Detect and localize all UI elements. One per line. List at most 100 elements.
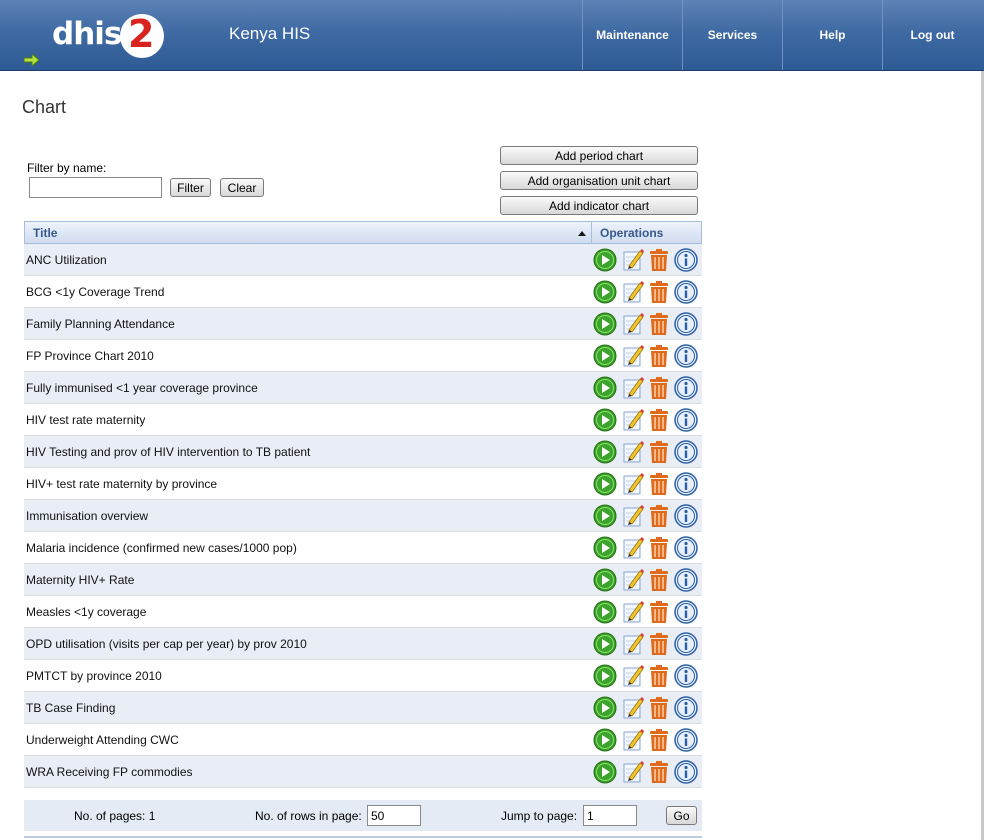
- edit-chart-icon[interactable]: [621, 600, 645, 624]
- chart-title: BCG <1y Coverage Trend: [26, 285, 165, 299]
- edit-chart-icon[interactable]: [621, 280, 645, 304]
- edit-chart-icon[interactable]: [621, 504, 645, 528]
- info-icon[interactable]: [674, 664, 698, 688]
- filter-button[interactable]: Filter: [170, 178, 211, 197]
- delete-chart-icon[interactable]: [647, 728, 671, 752]
- filter-label: Filter by name:: [27, 161, 107, 175]
- info-icon[interactable]: [674, 536, 698, 560]
- delete-chart-icon[interactable]: [647, 632, 671, 656]
- page-title: Chart: [22, 97, 67, 117]
- info-icon[interactable]: [674, 728, 698, 752]
- table-row: TB Case Finding: [24, 692, 702, 724]
- table-row: OPD utilisation (visits per cap per year…: [24, 628, 702, 660]
- dhis2-logo[interactable]: dhis 2: [52, 12, 164, 58]
- go-button[interactable]: Go: [666, 806, 697, 825]
- nav-logout[interactable]: Log out: [882, 0, 982, 70]
- info-icon[interactable]: [674, 568, 698, 592]
- menu-arrow-icon[interactable]: [24, 54, 40, 66]
- edit-chart-icon[interactable]: [621, 472, 645, 496]
- delete-chart-icon[interactable]: [647, 344, 671, 368]
- table-row: WRA Receiving FP commodies: [24, 756, 702, 788]
- table-row: HIV Testing and prov of HIV intervention…: [24, 436, 702, 468]
- delete-chart-icon[interactable]: [647, 248, 671, 272]
- add-indicator-chart-button[interactable]: Add indicator chart: [500, 196, 698, 215]
- run-chart-icon[interactable]: [593, 728, 617, 752]
- info-icon[interactable]: [674, 472, 698, 496]
- chart-title: Immunisation overview: [26, 509, 149, 523]
- column-header-operations: Operations: [591, 222, 701, 243]
- edit-chart-icon[interactable]: [621, 248, 645, 272]
- table-row: HIV+ test rate maternity by province: [24, 468, 702, 500]
- nav-maintenance[interactable]: Maintenance: [582, 0, 682, 70]
- chart-title: Maternity HIV+ Rate: [26, 573, 135, 587]
- delete-chart-icon[interactable]: [647, 280, 671, 304]
- info-icon[interactable]: [674, 344, 698, 368]
- delete-chart-icon[interactable]: [647, 312, 671, 336]
- delete-chart-icon[interactable]: [647, 472, 671, 496]
- edit-chart-icon[interactable]: [621, 568, 645, 592]
- run-chart-icon[interactable]: [593, 632, 617, 656]
- clear-button[interactable]: Clear: [220, 178, 264, 197]
- run-chart-icon[interactable]: [593, 408, 617, 432]
- delete-chart-icon[interactable]: [647, 440, 671, 464]
- rows-per-page-input[interactable]: [367, 805, 421, 826]
- edit-chart-icon[interactable]: [621, 344, 645, 368]
- sort-ascending-icon[interactable]: [578, 231, 586, 236]
- run-chart-icon[interactable]: [593, 600, 617, 624]
- chart-title: HIV+ test rate maternity by province: [26, 477, 218, 491]
- nav-services[interactable]: Services: [682, 0, 782, 70]
- run-chart-icon[interactable]: [593, 280, 617, 304]
- edit-chart-icon[interactable]: [621, 312, 645, 336]
- chart-title: HIV test rate maternity: [26, 413, 146, 427]
- chart-title: TB Case Finding: [26, 701, 116, 715]
- delete-chart-icon[interactable]: [647, 600, 671, 624]
- info-icon[interactable]: [674, 248, 698, 272]
- jump-to-page-input[interactable]: [583, 805, 637, 826]
- info-icon[interactable]: [674, 696, 698, 720]
- delete-chart-icon[interactable]: [647, 376, 671, 400]
- column-header-title[interactable]: Title: [33, 226, 57, 240]
- delete-chart-icon[interactable]: [647, 696, 671, 720]
- run-chart-icon[interactable]: [593, 536, 617, 560]
- edit-chart-icon[interactable]: [621, 664, 645, 688]
- table-row: Underweight Attending CWC: [24, 724, 702, 756]
- edit-chart-icon[interactable]: [621, 760, 645, 784]
- delete-chart-icon[interactable]: [647, 568, 671, 592]
- delete-chart-icon[interactable]: [647, 536, 671, 560]
- edit-chart-icon[interactable]: [621, 728, 645, 752]
- delete-chart-icon[interactable]: [647, 760, 671, 784]
- delete-chart-icon[interactable]: [647, 408, 671, 432]
- info-icon[interactable]: [674, 600, 698, 624]
- info-icon[interactable]: [674, 632, 698, 656]
- edit-chart-icon[interactable]: [621, 536, 645, 560]
- info-icon[interactable]: [674, 760, 698, 784]
- edit-chart-icon[interactable]: [621, 408, 645, 432]
- run-chart-icon[interactable]: [593, 472, 617, 496]
- add-period-chart-button[interactable]: Add period chart: [500, 146, 698, 165]
- edit-chart-icon[interactable]: [621, 376, 645, 400]
- nav-help[interactable]: Help: [782, 0, 882, 70]
- info-icon[interactable]: [674, 280, 698, 304]
- run-chart-icon[interactable]: [593, 568, 617, 592]
- info-icon[interactable]: [674, 408, 698, 432]
- info-icon[interactable]: [674, 376, 698, 400]
- run-chart-icon[interactable]: [593, 312, 617, 336]
- info-icon[interactable]: [674, 440, 698, 464]
- filter-input[interactable]: [29, 177, 162, 198]
- run-chart-icon[interactable]: [593, 440, 617, 464]
- edit-chart-icon[interactable]: [621, 440, 645, 464]
- run-chart-icon[interactable]: [593, 504, 617, 528]
- run-chart-icon[interactable]: [593, 664, 617, 688]
- edit-chart-icon[interactable]: [621, 696, 645, 720]
- info-icon[interactable]: [674, 504, 698, 528]
- add-organisation-unit-chart-button[interactable]: Add organisation unit chart: [500, 171, 698, 190]
- run-chart-icon[interactable]: [593, 376, 617, 400]
- info-icon[interactable]: [674, 312, 698, 336]
- edit-chart-icon[interactable]: [621, 632, 645, 656]
- delete-chart-icon[interactable]: [647, 664, 671, 688]
- run-chart-icon[interactable]: [593, 696, 617, 720]
- run-chart-icon[interactable]: [593, 760, 617, 784]
- run-chart-icon[interactable]: [593, 344, 617, 368]
- delete-chart-icon[interactable]: [647, 504, 671, 528]
- run-chart-icon[interactable]: [593, 248, 617, 272]
